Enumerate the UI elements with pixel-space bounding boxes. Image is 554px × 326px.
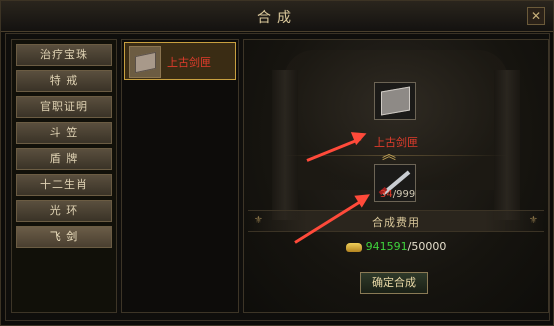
close-icon[interactable]: ✕ — [527, 7, 545, 25]
confirm-synthesis-button[interactable]: 确定合成 — [360, 272, 428, 294]
ornament-right-icon: ⚜ — [529, 215, 538, 226]
synthesis-panel: 上古剑匣 ︽ 34/999 ⚜ 合成费用 ⚜ 941591/50000 确定合成 — [243, 39, 549, 313]
category-item-flying-sword[interactable]: 飞 剑 — [16, 226, 112, 248]
cost-header: ⚜ 合成费用 ⚜ — [248, 210, 544, 232]
gold-have: 941591 — [365, 240, 408, 253]
window-title: 合成 — [257, 10, 297, 26]
material-count: 34/999 — [380, 189, 415, 200]
material-have: 34 — [380, 189, 393, 200]
gold-cost-row: 941591/50000 — [244, 240, 548, 253]
category-item-official-cert[interactable]: 官职证明 — [16, 96, 112, 118]
result-item-label: 上古剑匣 — [374, 136, 418, 149]
title-bar: 合成 ✕ — [1, 1, 553, 32]
recipe-item[interactable]: 上古剑匣 — [124, 42, 236, 80]
gold-ingot-icon — [345, 242, 362, 252]
recipe-list: 上古剑匣 — [121, 39, 239, 313]
category-item-healing-orb[interactable]: 治疗宝珠 — [16, 44, 112, 66]
sword-case-icon — [129, 46, 161, 78]
category-item-shield[interactable]: 盾 牌 — [16, 148, 112, 170]
cost-title: 合成费用 — [372, 216, 420, 229]
chevron-up-icon: ︽ — [382, 147, 396, 163]
category-item-halo[interactable]: 光 环 — [16, 200, 112, 222]
recipe-item-label: 上古剑匣 — [167, 56, 211, 69]
material-need: /999 — [392, 189, 416, 200]
category-item-zodiac[interactable]: 十二生肖 — [16, 174, 112, 196]
result-slot[interactable] — [374, 82, 416, 120]
gold-need: /50000 — [407, 240, 447, 253]
sword-case-icon — [381, 86, 410, 116]
category-sidebar: 治疗宝珠 特 戒 官职证明 斗 笠 盾 牌 十二生肖 光 环 飞 剑 — [11, 39, 117, 313]
synthesis-window: 合成 ✕ 治疗宝珠 特 戒 官职证明 斗 笠 盾 牌 十二生肖 光 环 飞 剑 … — [0, 0, 554, 326]
category-item-hat[interactable]: 斗 笠 — [16, 122, 112, 144]
category-item-special-ring[interactable]: 特 戒 — [16, 70, 112, 92]
